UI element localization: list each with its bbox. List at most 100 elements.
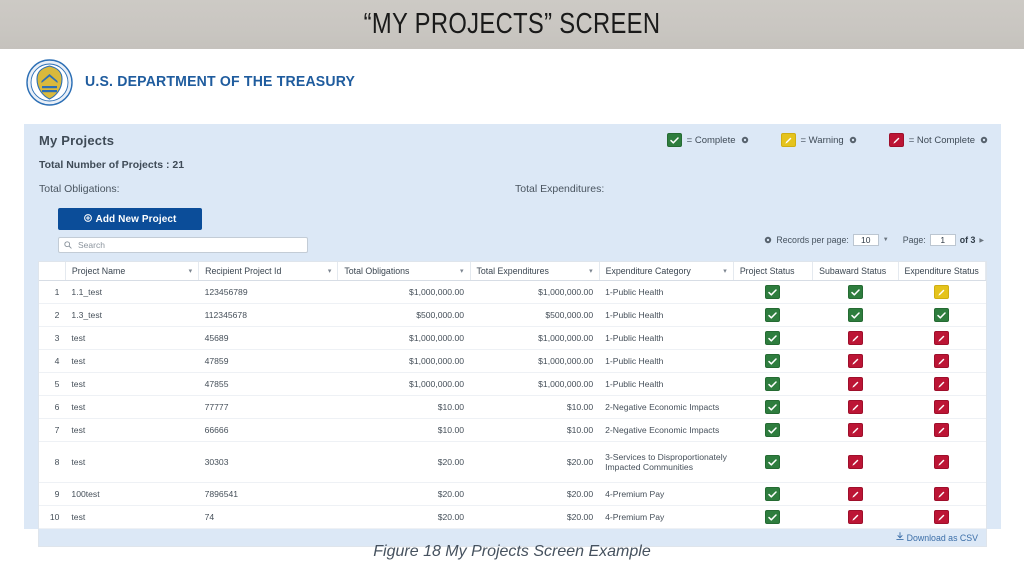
pencil-icon[interactable] [847,354,863,368]
cell-project-status [733,418,813,442]
check-icon[interactable] [765,400,781,414]
check-icon[interactable] [934,308,950,322]
gear-icon[interactable] [849,136,857,144]
pencil-icon[interactable] [934,510,950,524]
chevron-down-icon: ▾ [188,268,193,275]
pencil-icon[interactable] [847,377,863,391]
gear-icon[interactable] [764,236,772,244]
cell-project-name[interactable]: 1.3_test [65,303,199,327]
search-box[interactable] [58,237,308,253]
check-icon[interactable] [847,285,863,299]
cell-total-obligations: $20.00 [337,505,471,529]
column-header-project-name[interactable]: Project Name ▾ [65,262,200,281]
column-header-recipient-project-id[interactable]: Recipient Project Id ▾ [198,262,339,281]
cell-project-name[interactable]: test [65,395,199,419]
table-row[interactable]: 1 1.1_test 123456789 $1,000,000.00 $1,000,00… [39,280,986,304]
table-row[interactable]: 3 test 45689 $1,000,000.00 $1,000,000.00 1-Pu… [39,326,986,350]
check-icon[interactable] [765,423,781,437]
treasury-header: U.S. DEPARTMENT OF THE TREASURY [0,49,1024,115]
column-header-expenditure-category[interactable]: Expenditure Category ▾ [599,262,734,281]
table-header-row: Project Name ▾ Recipient Project Id ▾ To… [39,262,986,281]
column-header-index [39,262,66,281]
check-icon[interactable] [765,510,781,524]
table-row[interactable]: 4 test 47859 $1,000,000.00 $1,000,000.00 1-Pu… [39,349,986,373]
cell-project-status [733,303,813,327]
pencil-icon[interactable] [934,285,950,299]
table-row[interactable]: 5 test 47855 $1,000,000.00 $1,000,000.00 1-Pu… [39,372,986,396]
cell-project-name[interactable]: test [65,505,199,529]
cell-project-status [733,505,813,529]
pencil-icon[interactable] [847,423,863,437]
cell-recipient-project-id: 47855 [198,372,338,396]
cell-expenditure-category: 2-Negative Economic Impacts [599,395,734,419]
cell-total-obligations: $1,000,000.00 [337,349,471,373]
cell-project-name[interactable]: 1.1_test [65,280,199,304]
cell-index: 3 [39,326,66,350]
pencil-icon[interactable] [847,331,863,345]
cell-total-obligations: $10.00 [337,395,471,419]
records-per-page-select[interactable]: 10 [852,234,879,246]
cell-subaward-status [812,326,898,350]
cell-expenditure-status [898,303,986,327]
cell-project-name[interactable]: test [65,372,199,396]
cell-project-name[interactable]: 100test [65,482,199,506]
pencil-icon[interactable] [847,400,863,414]
check-icon[interactable] [765,308,781,322]
chevron-down-icon[interactable]: ▼ [883,237,889,243]
cell-total-obligations: $1,000,000.00 [337,280,471,304]
gear-icon[interactable] [741,136,749,144]
column-header-total-expenditures[interactable]: Total Expenditures ▾ [470,262,600,281]
cell-subaward-status [812,395,898,419]
page-number-input[interactable] [929,234,956,246]
cell-total-expenditures: $10.00 [470,395,600,419]
download-csv-link[interactable]: Download as CSV [895,532,978,543]
table-row[interactable]: 6 test 77777 $10.00 $10.00 2-Negative Economi… [39,395,986,419]
check-icon[interactable] [765,455,781,469]
pencil-icon[interactable] [847,510,863,524]
next-page-icon[interactable]: ▶ [979,237,984,244]
pencil-icon[interactable] [934,400,950,414]
chevron-down-icon: ▾ [460,268,464,275]
add-new-project-button[interactable]: Add New Project [58,208,202,230]
check-icon[interactable] [765,331,781,345]
cell-index: 4 [39,349,66,373]
pencil-icon[interactable] [934,331,950,345]
check-icon[interactable] [765,354,781,368]
search-input[interactable] [76,239,302,251]
table-row[interactable]: 10 test 74 $20.00 $20.00 4-Premium Pay [39,505,986,529]
cell-expenditure-status [898,326,986,350]
cell-project-name[interactable]: test [65,418,199,442]
check-icon[interactable] [847,308,863,322]
cell-expenditure-category: 1-Public Health [599,349,734,373]
cell-total-obligations: $20.00 [337,441,471,483]
cell-project-status [733,349,813,373]
cell-expenditure-status [898,418,986,442]
cell-total-expenditures: $500,000.00 [470,303,600,327]
pencil-icon[interactable] [934,377,950,391]
chevron-down-icon: ▾ [589,268,593,275]
column-header-total-obligations[interactable]: Total Obligations ▾ [337,262,471,281]
table-body: 1 1.1_test 123456789 $1,000,000.00 $1,000,00… [39,280,986,529]
cell-project-name[interactable]: test [65,441,199,483]
check-icon[interactable] [765,487,781,501]
pencil-icon[interactable] [934,354,950,368]
cell-project-name[interactable]: test [65,349,199,373]
pencil-icon[interactable] [934,423,950,437]
cell-project-name[interactable]: test [65,326,199,350]
pencil-icon[interactable] [847,487,863,501]
pencil-icon[interactable] [847,455,863,469]
slide-title: “MY PROJECTS” SCREEN [363,8,661,40]
column-label: Recipient Project Id [205,266,282,276]
column-label: Total Obligations [344,266,410,276]
table-row[interactable]: 8 test 30303 $20.00 $20.00 3-Services to Disp… [39,441,986,483]
table-row[interactable]: 9 100test 7896541 $20.00 $20.00 4-Premium Pay [39,482,986,506]
pencil-icon[interactable] [934,455,950,469]
cell-expenditure-category: 4-Premium Pay [599,482,734,506]
check-icon[interactable] [765,377,781,391]
gear-icon[interactable] [980,136,988,144]
table-row[interactable]: 2 1.3_test 112345678 $500,000.00 $500,000.00… [39,303,986,327]
check-icon[interactable] [765,285,781,299]
pencil-icon[interactable] [934,487,950,501]
page-label: Page: [902,235,926,245]
table-row[interactable]: 7 test 66666 $10.00 $10.00 2-Negative Economi… [39,418,986,442]
